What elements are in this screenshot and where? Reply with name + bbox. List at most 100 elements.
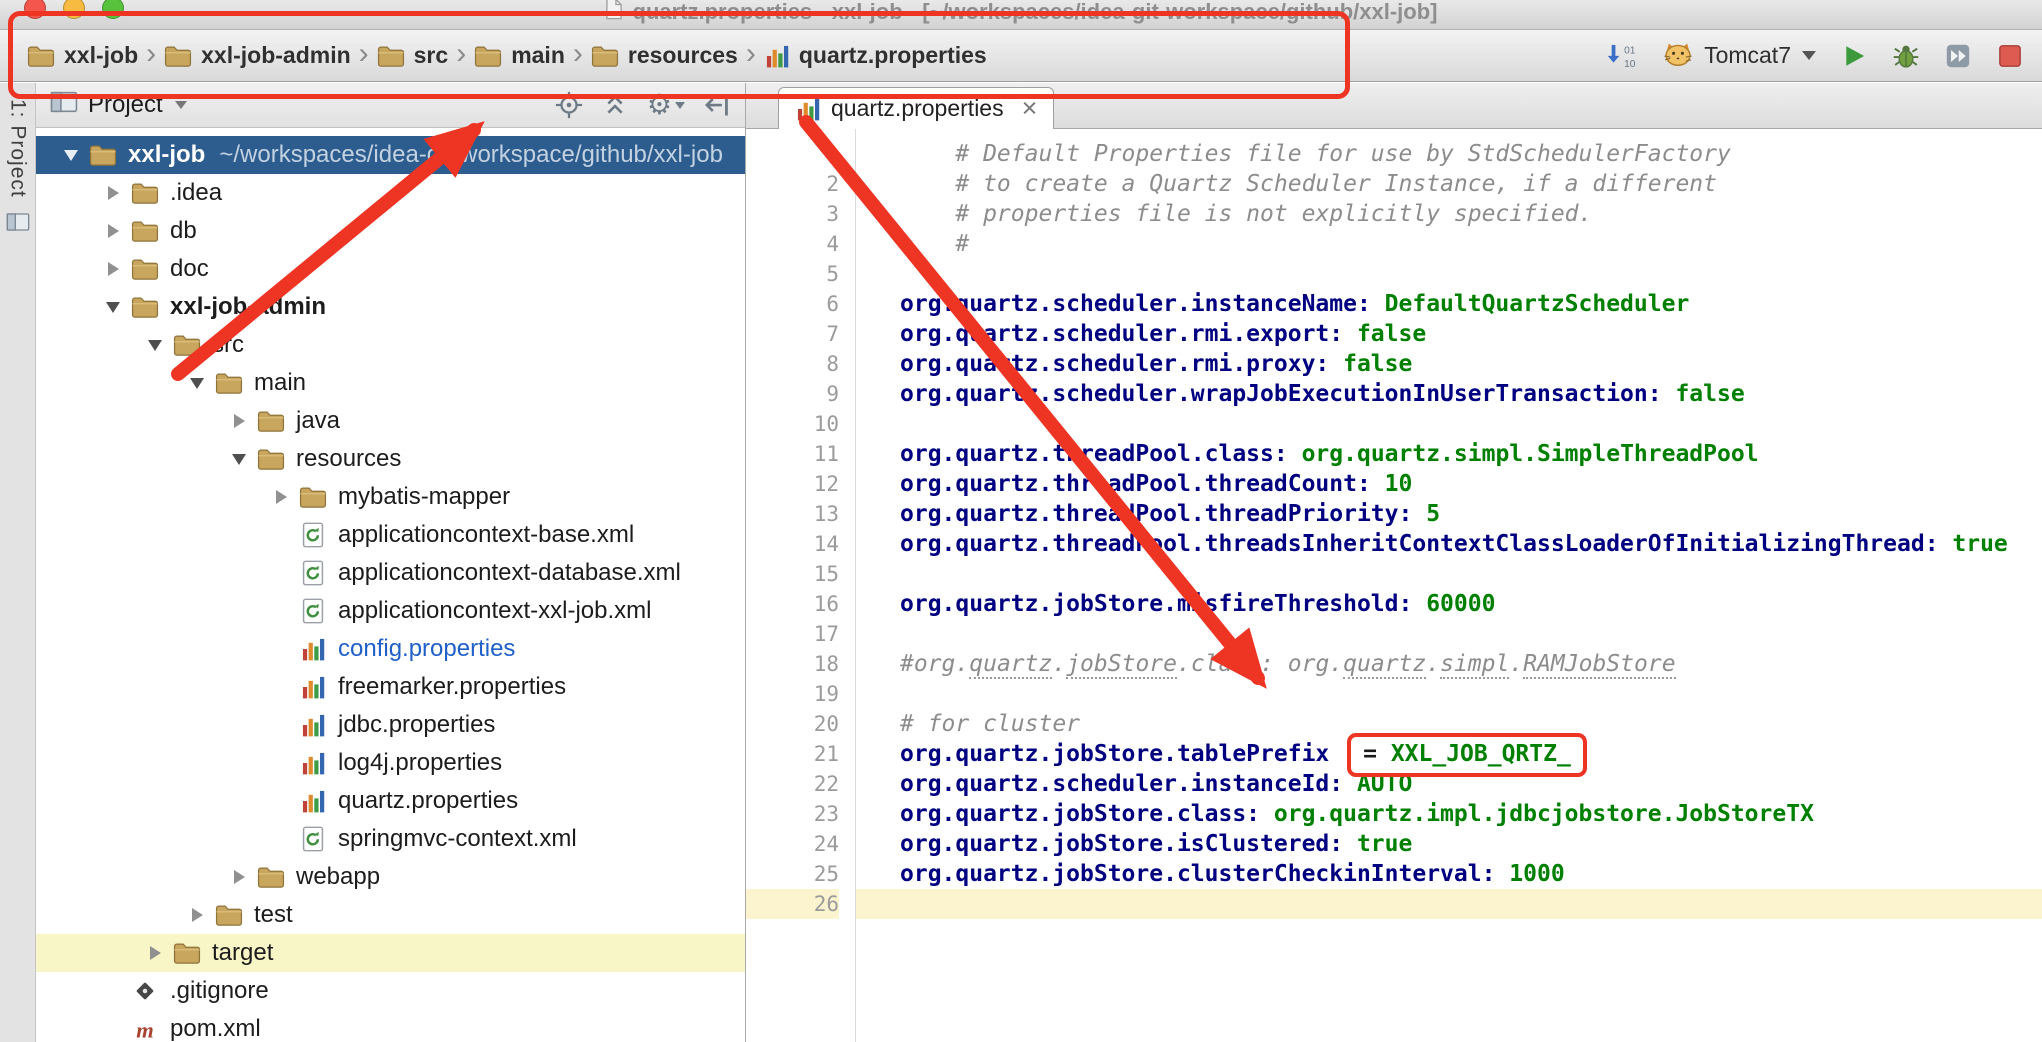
project-stripe-button[interactable]: 1: Project <box>6 99 30 198</box>
tree-item-test[interactable]: test <box>36 896 745 934</box>
collapsed-arrow-icon[interactable] <box>96 224 130 238</box>
code-line-12[interactable]: org.quartz.threadPool.threadCount: 10 <box>900 469 2042 499</box>
collapsed-arrow-icon[interactable] <box>138 946 172 960</box>
minimize-window-button[interactable] <box>63 0 85 19</box>
code-line-26[interactable] <box>856 889 2042 919</box>
code-line-6[interactable]: org.quartz.scheduler.instanceName: Defau… <box>900 289 2042 319</box>
settings-gear-button[interactable]: ⚙ <box>647 91 685 119</box>
code-token: org.quartz.threadPool.threadsInheritCont… <box>900 531 1939 557</box>
coverage-button[interactable] <box>1944 42 1972 70</box>
code-area[interactable]: # Default Properties file for use by Std… <box>856 129 2042 1042</box>
code-line-23[interactable]: org.quartz.jobStore.class: org.quartz.im… <box>900 799 2042 829</box>
breadcrumb-item-xxl-job-admin[interactable]: xxl-job-admin <box>159 39 356 72</box>
expanded-arrow-icon[interactable] <box>96 302 130 313</box>
code-line-4[interactable]: # <box>900 229 2042 259</box>
tree-item-resources[interactable]: resources <box>36 440 745 478</box>
run-button[interactable] <box>1840 42 1868 70</box>
collapsed-arrow-icon[interactable] <box>96 262 130 276</box>
collapsed-arrow-icon[interactable] <box>222 870 256 884</box>
code-line-24[interactable]: org.quartz.jobStore.isClustered: true <box>900 829 2042 859</box>
tree-item-label: quartz.properties <box>338 787 518 815</box>
code-line-15[interactable] <box>900 559 2042 589</box>
incoming-changes-icon[interactable]: 01 10 <box>1603 41 1637 71</box>
code-token: org.quartz.scheduler.instanceName: <box>900 291 1371 317</box>
code-line-14[interactable]: org.quartz.threadPool.threadsInheritCont… <box>900 529 2042 559</box>
code-line-1[interactable]: # Default Properties file for use by Std… <box>900 139 2042 169</box>
tree-item-.gitignore[interactable]: .gitignore <box>36 972 745 1010</box>
code-line-9[interactable]: org.quartz.scheduler.wrapJobExecutionInU… <box>900 379 2042 409</box>
folder-icon <box>256 865 286 889</box>
code-line-5[interactable] <box>900 259 2042 289</box>
tree-item-label: jdbc.properties <box>338 711 495 739</box>
tree-item-label: resources <box>296 445 401 473</box>
code-line-3[interactable]: # properties file is not explicitly spec… <box>900 199 2042 229</box>
collapsed-arrow-icon[interactable] <box>180 908 214 922</box>
code-line-7[interactable]: org.quartz.scheduler.rmi.export: false <box>900 319 2042 349</box>
expanded-arrow-icon[interactable] <box>54 150 88 161</box>
tree-item-applicationcontext-base.xml[interactable]: applicationcontext-base.xml <box>36 516 745 554</box>
folder-icon <box>377 44 405 68</box>
code-line-10[interactable] <box>900 409 2042 439</box>
code-line-18[interactable]: #org.quartz.jobStore.class: org.quartz.s… <box>900 649 2042 679</box>
line-number: 7 <box>746 319 839 349</box>
tab-quartz-properties[interactable]: quartz.properties × <box>778 87 1054 129</box>
expanded-arrow-icon[interactable] <box>180 378 214 389</box>
line-number: 6 <box>746 289 839 319</box>
locate-file-button[interactable] <box>555 91 583 119</box>
breadcrumb-item-quartz.properties[interactable]: quartz.properties <box>759 39 992 72</box>
editor-body[interactable]: 1234567891011121314151617181920212223242… <box>746 129 2042 1042</box>
collapsed-arrow-icon[interactable] <box>222 414 256 428</box>
code-line-25[interactable]: org.quartz.jobStore.clusterCheckinInterv… <box>900 859 2042 889</box>
code-line-16[interactable]: org.quartz.jobStore.misfireThreshold: 60… <box>900 589 2042 619</box>
tree-item-main[interactable]: main <box>36 364 745 402</box>
tree-item-applicationcontext-xxl-job.xml[interactable]: applicationcontext-xxl-job.xml <box>36 592 745 630</box>
code-line-21[interactable]: org.quartz.jobStore.tablePrefix = XXL_JO… <box>900 739 2042 769</box>
stop-button[interactable] <box>1996 42 2024 70</box>
code-token: true <box>1343 831 1412 857</box>
debug-button[interactable] <box>1892 42 1920 70</box>
tree-item-pom.xml[interactable]: mpom.xml <box>36 1010 745 1042</box>
tree-item-jdbc.properties[interactable]: jdbc.properties <box>36 706 745 744</box>
breadcrumb-item-xxl-job[interactable]: xxl-job <box>22 39 143 72</box>
zoom-window-button[interactable] <box>102 0 124 19</box>
tree-item-webapp[interactable]: webapp <box>36 858 745 896</box>
project-tool-icon[interactable] <box>6 212 30 232</box>
tree-item-mybatis-mapper[interactable]: mybatis-mapper <box>36 478 745 516</box>
tree-item-freemarker.properties[interactable]: freemarker.properties <box>36 668 745 706</box>
code-line-2[interactable]: # to create a Quartz Scheduler Instance,… <box>900 169 2042 199</box>
chevron-down-icon[interactable] <box>175 101 187 109</box>
tree-item-xxl-job-admin[interactable]: xxl-job-admin <box>36 288 745 326</box>
code-token: org.quartz.jobStore.clusterCheckinInterv… <box>900 861 1495 887</box>
tree-item-target[interactable]: target <box>36 934 745 972</box>
tree-item-src[interactable]: src <box>36 326 745 364</box>
code-line-13[interactable]: org.quartz.threadPool.threadPriority: 5 <box>900 499 2042 529</box>
hide-panel-button[interactable] <box>703 91 731 119</box>
tree-item-springmvc-context.xml[interactable]: springmvc-context.xml <box>36 820 745 858</box>
collapsed-arrow-icon[interactable] <box>264 490 298 504</box>
tree-item-java[interactable]: java <box>36 402 745 440</box>
code-line-11[interactable]: org.quartz.threadPool.class: org.quartz.… <box>900 439 2042 469</box>
tree-item-db[interactable]: db <box>36 212 745 250</box>
close-window-button[interactable] <box>24 0 46 19</box>
expanded-arrow-icon[interactable] <box>138 340 172 351</box>
code-line-17[interactable] <box>900 619 2042 649</box>
breadcrumb-item-main[interactable]: main <box>469 39 570 72</box>
code-line-19[interactable] <box>900 679 2042 709</box>
code-line-8[interactable]: org.quartz.scheduler.rmi.proxy: false <box>900 349 2042 379</box>
tree-item-.idea[interactable]: .idea <box>36 174 745 212</box>
run-configuration-select[interactable]: Tomcat7 <box>1661 39 1816 73</box>
svg-text:10: 10 <box>1624 59 1636 70</box>
tree-item-log4j.properties[interactable]: log4j.properties <box>36 744 745 782</box>
tree-item-xxl-job[interactable]: xxl-job~/workspaces/idea-git-workspace/g… <box>36 136 745 174</box>
tree-item-config.properties[interactable]: config.properties <box>36 630 745 668</box>
expanded-arrow-icon[interactable] <box>222 454 256 465</box>
tree-item-applicationcontext-database.xml[interactable]: applicationcontext-database.xml <box>36 554 745 592</box>
close-tab-icon[interactable]: × <box>1022 95 1038 122</box>
collapsed-arrow-icon[interactable] <box>96 186 130 200</box>
tree-item-doc[interactable]: doc <box>36 250 745 288</box>
line-number: 25 <box>746 859 839 889</box>
tree-item-quartz.properties[interactable]: quartz.properties <box>36 782 745 820</box>
collapse-all-button[interactable] <box>601 91 629 119</box>
breadcrumb-item-src[interactable]: src <box>372 39 454 72</box>
breadcrumb-item-resources[interactable]: resources <box>586 39 743 72</box>
